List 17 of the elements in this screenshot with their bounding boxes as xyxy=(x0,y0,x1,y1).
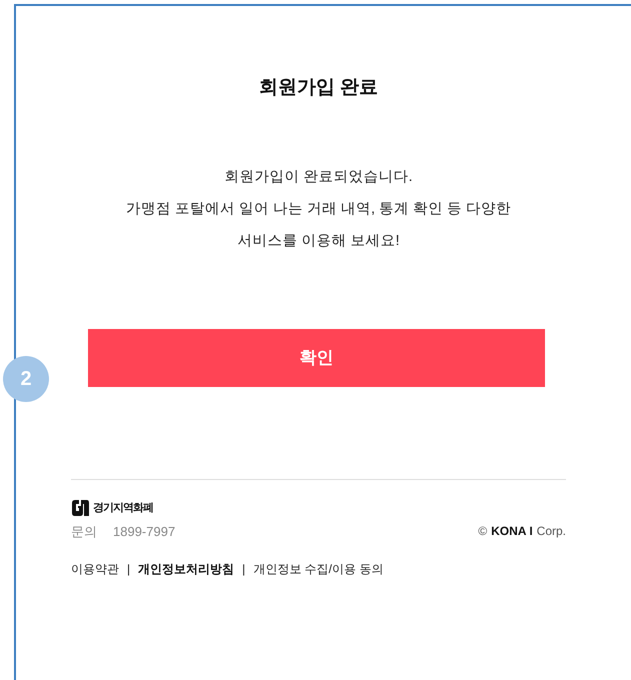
company-name: KONA I xyxy=(491,522,533,540)
message-text: 서비스를 이용해 보세요! xyxy=(237,232,400,250)
message-text: 회원가입이 완료되었습니다. xyxy=(224,168,413,186)
contact-label: 문의 xyxy=(71,523,97,541)
company-suffix: Corp. xyxy=(536,522,566,540)
footer-link[interactable]: 개인정보처리방침 xyxy=(138,560,234,578)
contact-number: 1899-7997 xyxy=(113,523,176,541)
link-separator: | xyxy=(242,560,246,578)
page-title: 회원가입 완료 xyxy=(258,76,378,100)
message-text: 가맹점 포탈에서 일어 나는 거래 내역, 통계 확인 등 다양한 xyxy=(126,200,512,218)
logo-icon xyxy=(71,500,89,516)
copyright-symbol: © xyxy=(478,522,488,540)
link-separator: | xyxy=(127,560,130,578)
footer-link[interactable]: 이용약관 xyxy=(71,560,119,578)
footer-link[interactable]: 개인정보 수집/이용 동의 xyxy=(253,560,384,578)
logo-text: 경기지역화폐 xyxy=(93,500,153,516)
step-badge: 2 xyxy=(3,356,49,402)
